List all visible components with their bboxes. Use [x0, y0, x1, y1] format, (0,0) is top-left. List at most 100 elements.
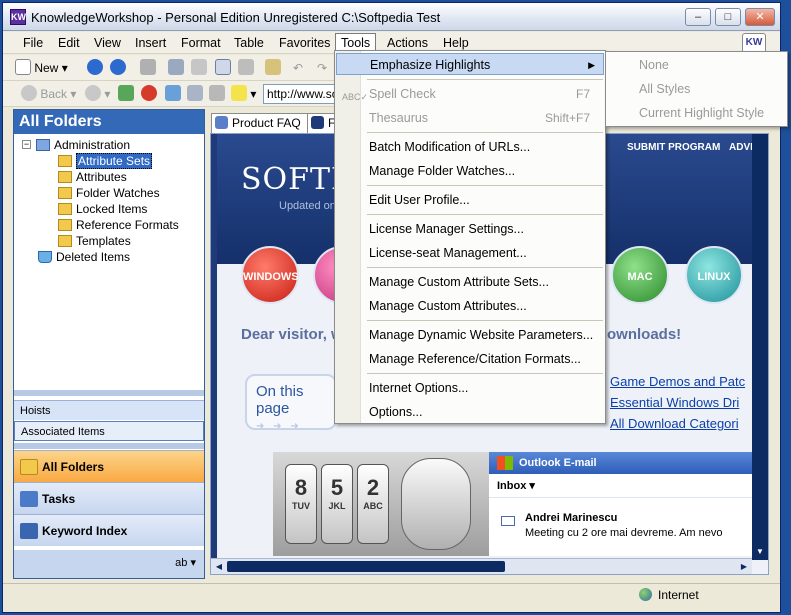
submenu-item-current-style[interactable]: Current Highlight Style: [639, 106, 764, 120]
horizontal-scroll-thumb[interactable]: [227, 561, 505, 572]
up-arrow-button[interactable]: [87, 58, 103, 78]
collapse-toggle[interactable]: −: [22, 140, 31, 149]
linux-bubble[interactable]: LINUX: [685, 246, 743, 304]
menu-item-shortcut: F7: [575, 87, 590, 101]
printer-icon: [238, 59, 254, 75]
tab-product-faq[interactable]: Product FAQ: [211, 113, 308, 133]
folder-tree-button[interactable]: [191, 58, 207, 78]
pane-splitter[interactable]: [14, 390, 204, 396]
capture-button[interactable]: [187, 84, 203, 104]
mail-sender[interactable]: Andrei Marinescu: [525, 512, 617, 524]
menu-item-user-profile[interactable]: Edit User Profile...: [336, 189, 604, 211]
vertical-scrollbar[interactable]: ▼: [752, 134, 768, 560]
mail-subject[interactable]: Meeting cu 2 ore mai devreme. Am nevo: [525, 527, 722, 539]
outlook-title-bar: Outlook E-mail: [489, 452, 755, 474]
redo-button[interactable]: ↷: [317, 58, 327, 78]
hoist-button[interactable]: [140, 58, 156, 78]
find-button[interactable]: [265, 58, 281, 78]
tree-item-administration[interactable]: Administration: [36, 138, 130, 153]
link-all-categories[interactable]: All Download Categori: [610, 416, 739, 431]
nav-associated-items[interactable]: Associated Items: [14, 421, 204, 441]
nav-splitter[interactable]: [14, 443, 204, 449]
phone-keypad-image: 8 TUV 5 JKL 2 ABC: [273, 452, 489, 556]
menu-item-custom-attributes[interactable]: Manage Custom Attributes...: [336, 295, 604, 317]
menu-item-spell-check[interactable]: ABC✓ Spell Check F7: [336, 83, 604, 105]
menu-item-dynamic-website[interactable]: Manage Dynamic Website Parameters...: [336, 324, 604, 346]
save-button[interactable]: [168, 58, 184, 78]
maximize-button[interactable]: □: [715, 8, 741, 26]
folder-icon: [58, 203, 72, 215]
tree-label: Attributes: [76, 170, 127, 184]
highlight-button[interactable]: ▾: [231, 84, 256, 104]
forward-button[interactable]: ▾: [85, 84, 110, 104]
menu-item-emphasize-highlights[interactable]: Emphasize Highlights ▶: [336, 53, 604, 75]
submenu-item-none[interactable]: None: [639, 58, 669, 72]
tree-item-attributes[interactable]: Attributes: [58, 170, 127, 185]
nav-keyword-index[interactable]: Keyword Index: [14, 514, 204, 546]
menu-insert[interactable]: Insert: [135, 36, 166, 50]
menu-item-internet-options[interactable]: Internet Options...: [336, 377, 604, 399]
horizontal-scrollbar[interactable]: ◀ ▶: [211, 558, 752, 574]
menu-item-citation-formats[interactable]: Manage Reference/Citation Formats...: [336, 348, 604, 370]
scroll-down-icon[interactable]: ▼: [752, 544, 768, 560]
key-8: 8 TUV: [285, 464, 317, 544]
stop-button[interactable]: [141, 84, 157, 104]
kw-logo: KW: [742, 33, 766, 53]
highlighter-icon: [231, 85, 247, 101]
menu-item-thesaurus[interactable]: Thesaurus Shift+F7: [336, 107, 604, 129]
menu-view[interactable]: View: [94, 36, 121, 50]
save-icon: [168, 59, 184, 75]
screenshot-button[interactable]: [209, 84, 225, 104]
link-essential-windows[interactable]: Essential Windows Dri: [610, 395, 739, 410]
preview-button[interactable]: [215, 58, 231, 78]
tree-item-reference-formats[interactable]: Reference Formats: [58, 218, 179, 233]
scroll-right-icon[interactable]: ▶: [736, 559, 752, 574]
configure-buttons-icon[interactable]: ab ▾: [175, 556, 196, 569]
tree-item-folder-watches[interactable]: Folder Watches: [58, 186, 160, 201]
menu-item-license-seat[interactable]: License-seat Management...: [336, 242, 604, 264]
inbox-dropdown[interactable]: Inbox ▾: [489, 474, 755, 498]
tree-item-deleted-items[interactable]: Deleted Items: [38, 250, 130, 265]
forward-arrow-icon: [85, 85, 101, 101]
menu-item-custom-attribute-sets[interactable]: Manage Custom Attribute Sets...: [336, 271, 604, 293]
folder-icon: [58, 187, 72, 199]
menu-item-batch-urls[interactable]: Batch Modification of URLs...: [336, 136, 604, 158]
close-button[interactable]: ✕: [745, 8, 775, 26]
url-input[interactable]: http://www.so: [263, 84, 343, 104]
menu-item-license-manager[interactable]: License Manager Settings...: [336, 218, 604, 240]
mac-bubble[interactable]: MAC: [611, 246, 669, 304]
menu-item-options[interactable]: Options...: [336, 401, 604, 423]
pane-title: All Folders: [14, 110, 204, 134]
recycle-bin-icon: [38, 251, 52, 263]
refresh-button[interactable]: [118, 84, 134, 104]
menu-favorites[interactable]: Favorites: [279, 36, 330, 50]
windows-bubble[interactable]: WINDOWS: [241, 246, 299, 304]
link-game-demos[interactable]: Game Demos and Patc: [610, 374, 745, 389]
tree-item-locked-items[interactable]: Locked Items: [58, 202, 147, 217]
back-button-label: Back: [40, 87, 68, 101]
menu-actions[interactable]: Actions: [387, 36, 428, 50]
outlook-panel: Inbox ▾ Andrei Marinescu Meeting cu 2 or…: [489, 474, 755, 556]
scroll-left-icon[interactable]: ◀: [211, 559, 227, 574]
down-arrow-button[interactable]: [110, 58, 126, 78]
folder-icon: [58, 219, 72, 231]
nav-hoists[interactable]: Hoists: [14, 400, 204, 420]
menu-item-folder-watches[interactable]: Manage Folder Watches...: [336, 160, 604, 182]
tree-item-attribute-sets[interactable]: Attribute Sets: [58, 153, 153, 169]
menu-table[interactable]: Table: [234, 36, 264, 50]
menu-file[interactable]: File: [23, 36, 43, 50]
menu-help[interactable]: Help: [443, 36, 469, 50]
menu-format[interactable]: Format: [181, 36, 221, 50]
nav-all-folders[interactable]: All Folders: [14, 450, 204, 482]
favorites-button[interactable]: [165, 84, 181, 104]
nav-tasks[interactable]: Tasks: [14, 482, 204, 514]
new-button[interactable]: New ▾: [15, 58, 68, 78]
tree-item-templates[interactable]: Templates: [58, 234, 131, 249]
back-button[interactable]: Back ▾: [21, 84, 76, 104]
undo-button[interactable]: ↶: [293, 58, 303, 78]
submenu-item-all-styles[interactable]: All Styles: [639, 82, 690, 96]
nav-submit-program[interactable]: SUBMIT PROGRAM: [627, 142, 720, 153]
minimize-button[interactable]: –: [685, 8, 711, 26]
menu-edit[interactable]: Edit: [58, 36, 80, 50]
print-button[interactable]: [238, 58, 254, 78]
